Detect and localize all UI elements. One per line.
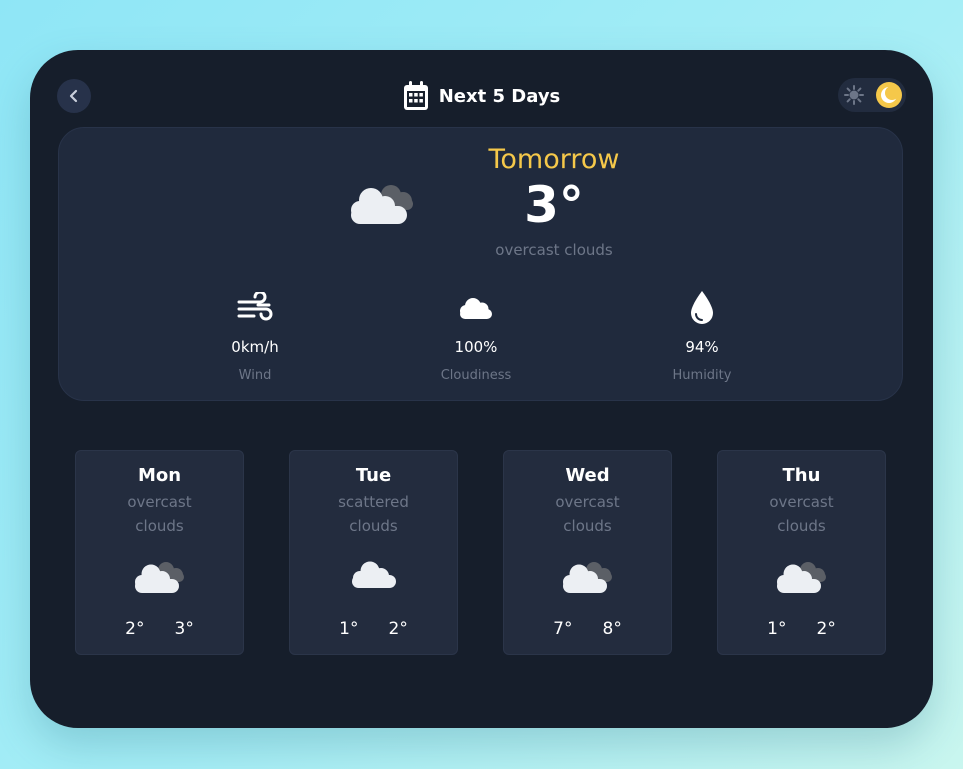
wind-icon <box>237 292 273 321</box>
day-description: scattered clouds <box>338 493 409 535</box>
day-card-wed[interactable]: Wed overcast clouds 7° 8° <box>503 450 672 655</box>
cloudiness-label: Cloudiness <box>440 368 512 383</box>
day-card-tue[interactable]: Tue scattered clouds 1° 2° <box>289 450 458 655</box>
toggle-knob[interactable] <box>876 82 902 108</box>
humidity-stat: 94% Humidity <box>622 288 782 383</box>
overcast-cloud-icon <box>562 562 612 593</box>
min-temp: 2° <box>125 619 145 639</box>
humidity-label: Humidity <box>672 368 732 383</box>
day-description: overcast clouds <box>555 493 620 535</box>
max-temp: 2° <box>816 619 836 639</box>
cloudiness-value: 100% <box>454 338 498 356</box>
day-name: Wed <box>565 465 610 486</box>
moon-icon <box>881 86 899 103</box>
scattered-cloud-icon <box>351 561 396 588</box>
sun-icon <box>844 85 864 105</box>
day-card-mon[interactable]: Mon overcast clouds 2° 3° <box>75 450 244 655</box>
calendar-icon <box>403 81 428 110</box>
weather-description: overcast clouds <box>495 241 613 259</box>
tomorrow-card: Tomorrow 3° overcast clouds 0km/h Wind 1… <box>58 127 903 401</box>
current-temperature: 3° <box>524 176 584 234</box>
min-temp: 7° <box>553 619 573 639</box>
min-temp: 1° <box>767 619 787 639</box>
min-temp: 1° <box>339 619 359 639</box>
wind-value: 0km/h <box>231 338 279 356</box>
wind-stat: 0km/h Wind <box>175 288 335 383</box>
forecast-day-label: Tomorrow <box>488 144 620 175</box>
humidity-value: 94% <box>685 338 719 356</box>
max-temp: 3° <box>174 619 194 639</box>
cloudiness-stat: 100% Cloudiness <box>396 288 556 383</box>
theme-toggle[interactable] <box>838 78 906 112</box>
day-name: Tue <box>355 465 392 486</box>
overcast-cloud-icon <box>776 562 826 593</box>
weather-app-window: Next 5 Days Tomorrow 3° overcast clouds … <box>30 50 933 728</box>
max-temp: 8° <box>602 619 622 639</box>
day-description: overcast clouds <box>769 493 834 535</box>
page-title: Next 5 Days <box>438 85 561 107</box>
day-description: overcast clouds <box>127 493 192 535</box>
droplet-icon <box>691 291 713 324</box>
day-card-thu[interactable]: Thu overcast clouds 1° 2° <box>717 450 886 655</box>
overcast-cloud-icon <box>351 185 413 224</box>
cloud-icon <box>460 298 492 319</box>
max-temp: 2° <box>388 619 408 639</box>
day-name: Thu <box>782 465 821 486</box>
wind-label: Wind <box>238 368 272 383</box>
day-name: Mon <box>137 465 182 486</box>
overcast-cloud-icon <box>134 562 184 593</box>
page-header: Next 5 Days <box>30 79 933 113</box>
